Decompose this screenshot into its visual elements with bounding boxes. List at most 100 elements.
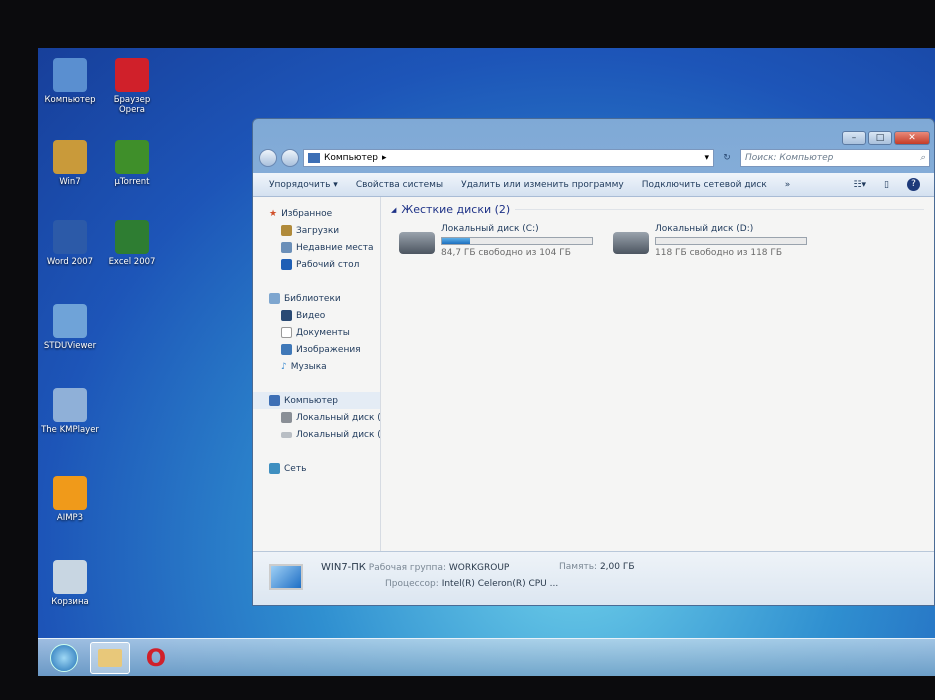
desktop-icon-stduviewer[interactable]: STDUViewer [40,304,100,351]
minimize-button[interactable]: – [842,131,866,145]
more-button[interactable]: » [785,180,791,190]
nav-documents[interactable]: Документы [253,324,380,341]
nav-label: Локальный диск (D [296,429,380,440]
nav-label: Сеть [284,463,307,474]
desktop-icon-folder[interactable]: Win7 [40,140,100,187]
address-bar[interactable]: Компьютер ▸ ▾ [303,149,714,167]
nav-video[interactable]: Видео [253,307,380,324]
computer-icon [308,153,320,163]
breadcrumb[interactable]: Компьютер [324,153,378,163]
drive-d-icon [281,431,292,438]
nav-label: Музыка [290,361,327,372]
desktop-icon-word[interactable]: Word 2007 [40,220,100,267]
memory-label: Память: [559,562,598,572]
libraries-icon [269,293,280,304]
nav-desktop[interactable]: Рабочий стол [253,256,380,273]
desktop-icon-label: Корзина [51,597,89,607]
pictures-icon [281,344,292,355]
details-pane: WIN7-ПК Рабочая группа: WORKGROUP Память… [253,551,934,605]
desktop-icon-kmplayer[interactable]: The KMPlayer [40,388,100,435]
organize-button[interactable]: Упорядочить ▾ [269,180,338,190]
help-icon[interactable]: ? [907,178,920,191]
nav-label: Рабочий стол [296,259,360,270]
nav-recent-places[interactable]: Недавние места [253,239,380,256]
memory-value: 2,00 ГБ [599,562,635,572]
system-properties-button[interactable]: Свойства системы [356,180,443,190]
folder-icon [98,648,122,667]
opera-icon [115,58,149,92]
back-button[interactable] [259,149,277,167]
downloads-icon [281,225,292,236]
desktop-icon-label: Браузер Opera [113,95,151,115]
uninstall-program-button[interactable]: Удалить или изменить программу [461,180,624,190]
desktop: Компьютер Браузер Opera Win7 µTorrent Word 2… [38,48,935,676]
taskbar-explorer[interactable] [90,641,130,674]
desktop-icon-excel[interactable]: Excel 2007 [102,220,162,267]
desktop-icon-utorrent[interactable]: µTorrent [102,140,162,187]
desktop-icon-recycle-bin[interactable]: Корзина [40,560,100,607]
forward-button[interactable] [281,149,299,167]
nav-computer[interactable]: Компьютер [253,392,380,409]
preview-pane-icon[interactable]: ▯ [884,180,889,190]
desktop-icon-label: STDUViewer [43,341,97,351]
drive-free-space: 118 ГБ свободно из 118 ГБ [655,248,783,258]
nav-drive-d[interactable]: Локальный диск (D [253,426,380,443]
drive-d[interactable]: Локальный диск (D:) 118 ГБ свободно из 1… [613,224,813,258]
navigation-pane: ★ Избранное Загрузки Недавние места Рабоч… [253,197,381,551]
computer-icon [269,564,303,590]
desktop-icon [281,259,292,270]
desktop-icon-label: Word 2007 [46,257,94,267]
nav-downloads[interactable]: Загрузки [253,222,380,239]
desktop-icon-aimp[interactable]: AIMP3 [40,476,100,523]
drive-usage-bar [441,237,593,245]
nav-network[interactable]: Сеть [253,460,380,477]
maximize-button[interactable]: □ [868,131,892,145]
windows-logo-icon [50,643,78,672]
desktop-icon-opera[interactable]: Браузер Opera [102,58,162,115]
view-options-icon[interactable]: ☷▾ [853,180,866,190]
taskbar-opera[interactable]: O [136,642,176,674]
nav-music[interactable]: ♪ Музыка [253,358,380,375]
start-button[interactable] [44,642,84,674]
refresh-button[interactable]: ↻ [718,153,736,163]
chevron-down-icon[interactable]: ▾ [704,153,709,163]
desktop-icon-label: Excel 2007 [108,257,156,267]
workgroup-value: WORKGROUP [448,563,510,573]
aimp-icon [53,476,87,510]
desktop-icon-label: µTorrent [114,177,150,187]
nav-label: Видео [296,310,326,321]
nav-drive-c[interactable]: Локальный диск (C [253,409,380,426]
documents-icon [281,327,292,338]
excel-icon [115,220,149,254]
desktop-icon-label: AIMP3 [56,513,84,523]
group-header-hard-drives[interactable]: ◢ Жесткие диски (2) [391,203,924,216]
nav-label: Избранное [281,208,333,219]
nav-label: Изображения [296,344,361,355]
hard-drive-icon [613,232,649,254]
recycle-bin-icon [53,560,87,594]
opera-icon: O [145,643,167,672]
kmplayer-icon [53,388,87,422]
video-icon [281,310,292,321]
drive-name: Локальный диск (D:) [655,224,754,234]
close-button[interactable]: ✕ [894,131,930,145]
computer-name: WIN7-ПК [321,562,366,573]
nav-label: Недавние места [296,242,374,253]
search-input[interactable]: Поиск: Компьютер ⌕ [740,149,930,167]
cpu-label: Процессор: [385,579,439,589]
map-network-drive-button[interactable]: Подключить сетевой диск [642,180,767,190]
drive-usage-bar [655,237,807,245]
nav-favorites[interactable]: ★ Избранное [253,205,380,222]
computer-icon [53,58,87,92]
computer-icon [269,395,280,406]
nav-label: Документы [296,327,350,338]
cpu-value: Intel(R) Celeron(R) CPU ... [441,579,559,589]
desktop-icon-computer[interactable]: Компьютер [40,58,100,105]
nav-pictures[interactable]: Изображения [253,341,380,358]
drive-name: Локальный диск (C:) [441,224,539,234]
content-pane: ◢ Жесткие диски (2) Локальный диск (C:) 8… [381,197,934,551]
nav-label: Библиотеки [284,293,341,304]
search-placeholder: Поиск: Компьютер [745,153,834,163]
nav-libraries[interactable]: Библиотеки [253,290,380,307]
drive-c[interactable]: Локальный диск (C:) 84,7 ГБ свободно из … [399,224,599,258]
